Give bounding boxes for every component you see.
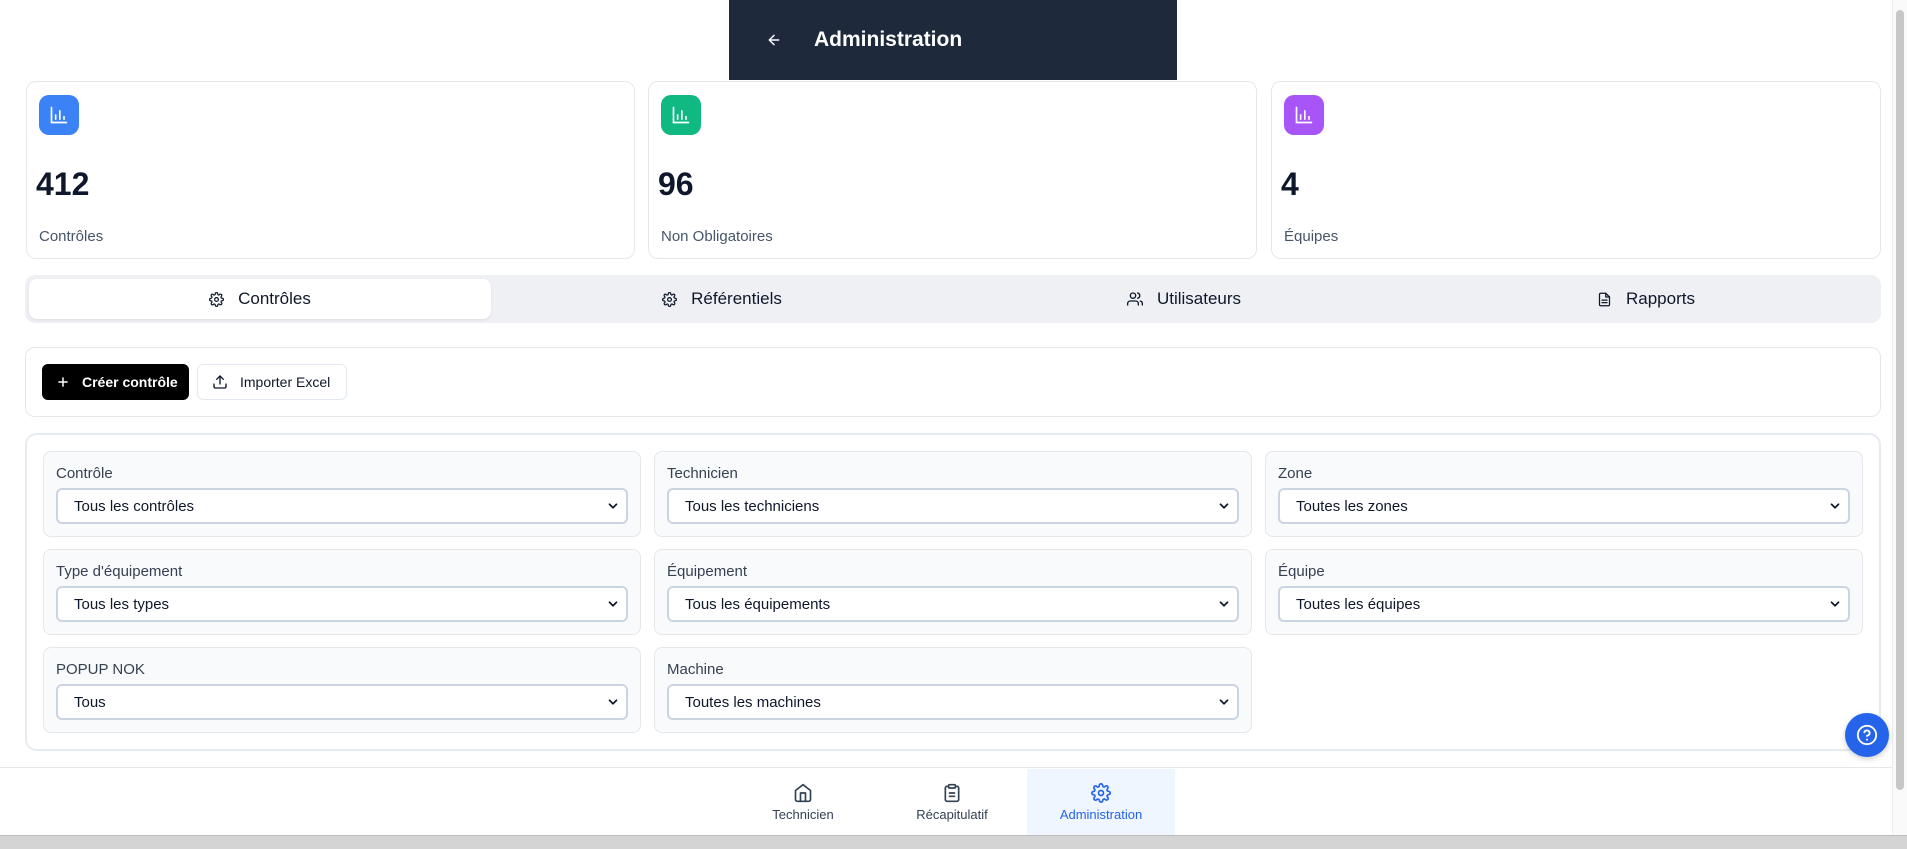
- gear-icon: [1091, 782, 1111, 803]
- create-control-label: Créer contrôle: [82, 374, 178, 390]
- select-value: Tous les équipements: [685, 595, 831, 613]
- admin-tabs: Contrôles Référentiels Utilisateurs Rapp…: [25, 275, 1881, 323]
- plus-icon: [58, 377, 68, 387]
- chevron-down-icon: [608, 503, 618, 509]
- file-text-icon: [1598, 292, 1611, 306]
- select-value: Tous: [74, 693, 106, 711]
- select-value: Tous les types: [74, 595, 170, 613]
- select-value: Tous les contrôles: [74, 497, 195, 515]
- filter-label: Équipe: [1278, 563, 1325, 580]
- filter-label: Contrôle: [56, 465, 113, 482]
- nav-label: Administration: [1059, 806, 1143, 822]
- tab-label: Utilisateurs: [1156, 289, 1242, 308]
- popup-nok-select[interactable]: Tous: [56, 684, 628, 720]
- equipement-select[interactable]: Tous les équipements: [667, 586, 1239, 622]
- filter-label: Technicien: [667, 465, 738, 482]
- import-excel-button[interactable]: Importer Excel: [197, 364, 347, 400]
- tab-label: Rapports: [1626, 289, 1695, 308]
- filter-type-equipement: Type d'équipement Tous les types: [43, 549, 641, 635]
- help-button[interactable]: [1845, 713, 1889, 757]
- chevron-down-icon: [1830, 601, 1840, 607]
- chevron-down-icon: [1219, 601, 1229, 607]
- technicien-select[interactable]: Tous les techniciens: [667, 488, 1239, 524]
- select-value: Toutes les zones: [1296, 497, 1408, 515]
- filter-label: POPUP NOK: [56, 661, 145, 678]
- stat-card-equipes: 4 Équipes: [1271, 81, 1881, 259]
- filters-panel: Contrôle Tous les contrôles Technicien T…: [25, 433, 1881, 751]
- filter-label: Équipement: [667, 563, 748, 580]
- tab-referentiels[interactable]: Référentiels: [491, 279, 953, 319]
- stat-label: Contrôles: [39, 228, 104, 245]
- stat-label: Non Obligatoires: [661, 228, 773, 245]
- filter-controle: Contrôle Tous les contrôles: [43, 451, 641, 537]
- tab-label: Contrôles: [238, 289, 311, 308]
- stat-value: 96: [658, 166, 694, 202]
- nav-item-administration[interactable]: Administration: [1027, 769, 1175, 835]
- chevron-down-icon: [1219, 503, 1229, 509]
- chevron-down-icon: [1219, 699, 1229, 705]
- gear-icon: [209, 291, 225, 307]
- type-equipement-select[interactable]: Tous les types: [56, 586, 628, 622]
- actions-toolbar: Créer contrôle Importer Excel: [25, 347, 1881, 417]
- bar-chart-icon: [39, 95, 79, 135]
- filter-popup-nok: POPUP NOK Tous: [43, 647, 641, 733]
- tab-utilisateurs[interactable]: Utilisateurs: [953, 279, 1415, 319]
- page-scrollbar[interactable]: [1892, 0, 1907, 849]
- upload-icon: [213, 375, 227, 389]
- filter-equipe: Équipe Toutes les équipes: [1265, 549, 1863, 635]
- filter-technicien: Technicien Tous les techniciens: [654, 451, 1252, 537]
- filter-label: Zone: [1278, 465, 1313, 482]
- nav-label: Technicien: [772, 806, 834, 822]
- chevron-down-icon: [608, 601, 618, 607]
- chevron-down-icon: [1830, 503, 1840, 509]
- chevron-down-icon: [608, 699, 618, 705]
- users-icon: [1126, 292, 1143, 306]
- stat-card-controles: 412 Contrôles: [26, 81, 635, 259]
- home-icon: [794, 783, 812, 802]
- stat-value: 4: [1281, 166, 1299, 202]
- filter-label: Type d'équipement: [56, 563, 183, 580]
- select-value: Toutes les équipes: [1296, 595, 1421, 613]
- machine-select[interactable]: Toutes les machines: [667, 684, 1239, 720]
- gear-icon: [662, 291, 678, 307]
- nav-label: Récapitulatif: [916, 806, 988, 822]
- zone-select[interactable]: Toutes les zones: [1278, 488, 1850, 524]
- tab-label: Référentiels: [691, 289, 782, 308]
- select-value: Tous les techniciens: [685, 497, 820, 515]
- scrollbar-thumb[interactable]: [1896, 10, 1904, 790]
- window-bottom-edge: [0, 835, 1907, 849]
- stat-value: 412: [36, 166, 90, 202]
- nav-item-recapitulatif[interactable]: Récapitulatif: [878, 769, 1026, 835]
- filter-label: Machine: [667, 661, 724, 678]
- controle-select[interactable]: Tous les contrôles: [56, 488, 628, 524]
- tab-rapports[interactable]: Rapports: [1415, 279, 1877, 319]
- app-header: Administration: [729, 0, 1177, 80]
- arrow-left-icon: [768, 34, 780, 46]
- bar-chart-icon: [1284, 95, 1324, 135]
- clipboard-icon: [944, 783, 960, 802]
- equipe-select[interactable]: Toutes les équipes: [1278, 586, 1850, 622]
- bar-chart-icon: [661, 95, 701, 135]
- filter-equipement: Équipement Tous les équipements: [654, 549, 1252, 635]
- filter-zone: Zone Toutes les zones: [1265, 451, 1863, 537]
- select-value: Toutes les machines: [685, 693, 821, 711]
- help-circle-icon: [1856, 724, 1878, 746]
- create-control-button[interactable]: Créer contrôle: [42, 364, 189, 400]
- bottom-navigation: Technicien Récapitulatif Administration: [0, 767, 1892, 835]
- page-title: Administration: [814, 28, 963, 51]
- nav-item-technicien[interactable]: Technicien: [729, 769, 877, 835]
- back-button[interactable]: [759, 25, 789, 55]
- stat-card-non-obligatoires: 96 Non Obligatoires: [648, 81, 1257, 259]
- stat-label: Équipes: [1284, 228, 1339, 245]
- filter-machine: Machine Toutes les machines: [654, 647, 1252, 733]
- tab-controles[interactable]: Contrôles: [29, 279, 491, 319]
- import-excel-label: Importer Excel: [240, 374, 331, 390]
